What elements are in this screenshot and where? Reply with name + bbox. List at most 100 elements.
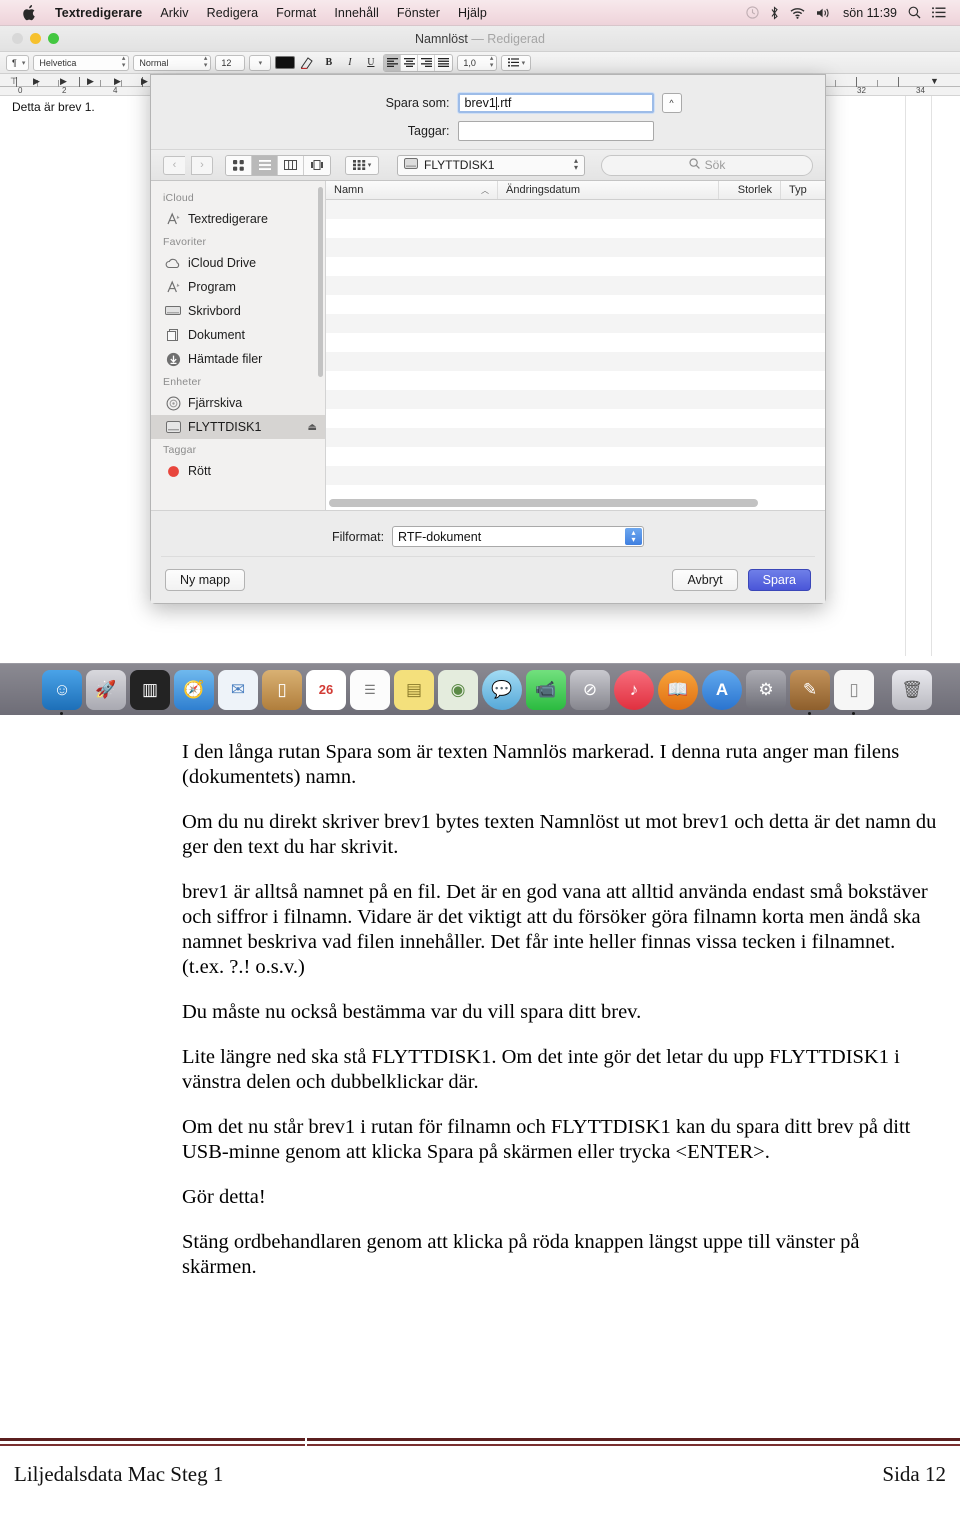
menu-item-hjalp[interactable]: Hjälp bbox=[449, 6, 496, 20]
text-color-swatch[interactable] bbox=[275, 56, 296, 69]
document-dock-icon[interactable]: ▯ bbox=[834, 669, 874, 715]
right-indent-marker[interactable]: ▼ bbox=[930, 76, 939, 86]
photobooth-icon[interactable]: ⊘ bbox=[570, 669, 610, 710]
speaker-icon[interactable] bbox=[816, 7, 832, 19]
trash-icon[interactable]: 🗑 bbox=[892, 669, 932, 710]
file-list-rows[interactable] bbox=[326, 200, 825, 496]
safari-icon[interactable]: 🧭 bbox=[174, 669, 214, 710]
apple-logo-icon[interactable] bbox=[22, 4, 36, 21]
file-list-hscrollbar-thumb[interactable] bbox=[329, 499, 758, 507]
table-row[interactable] bbox=[326, 295, 825, 314]
table-row[interactable] bbox=[326, 428, 825, 447]
table-row[interactable] bbox=[326, 409, 825, 428]
column-header-storlek[interactable]: Storlek bbox=[719, 181, 781, 199]
font-style-select[interactable]: Normal ▴ ▾ bbox=[133, 54, 212, 71]
column-view-button[interactable] bbox=[278, 155, 304, 175]
arrange-action-button[interactable]: ▾ bbox=[345, 155, 379, 175]
table-row[interactable] bbox=[326, 314, 825, 333]
menu-item-innehall[interactable]: Innehåll bbox=[325, 6, 388, 20]
tab-stop-marker[interactable]: ▶ bbox=[33, 76, 40, 87]
launchpad-icon[interactable]: 🚀 bbox=[86, 669, 126, 710]
table-row[interactable] bbox=[326, 466, 825, 485]
facetime-icon[interactable]: 📹 bbox=[526, 669, 566, 710]
table-row[interactable] bbox=[326, 200, 825, 219]
sidebar-item-fjarrskiva[interactable]: Fjärrskiva bbox=[151, 391, 325, 415]
table-row[interactable] bbox=[326, 219, 825, 238]
save-button[interactable]: Spara bbox=[747, 569, 811, 591]
menu-item-format[interactable]: Format bbox=[267, 6, 325, 20]
forward-button[interactable]: › bbox=[191, 155, 213, 175]
sidebar-item-textredigerare[interactable]: Textredigerare bbox=[151, 207, 325, 231]
column-header-typ[interactable]: Typ bbox=[781, 181, 825, 199]
notes-icon[interactable]: ▤ bbox=[394, 669, 434, 710]
table-row[interactable] bbox=[326, 257, 825, 276]
sidebar-scrollbar[interactable] bbox=[318, 187, 323, 377]
appstore-icon[interactable]: A bbox=[702, 669, 742, 710]
align-justify-icon[interactable] bbox=[435, 55, 452, 71]
align-left-icon[interactable] bbox=[384, 54, 402, 71]
table-row[interactable] bbox=[326, 238, 825, 257]
reminders-icon[interactable]: ☰ bbox=[350, 669, 390, 710]
file-list-hscrollbar-track[interactable] bbox=[326, 496, 825, 510]
search-field[interactable]: Sök bbox=[601, 154, 813, 176]
search-icon[interactable] bbox=[908, 6, 921, 19]
menu-item-textredigerare[interactable]: Textredigerare bbox=[46, 6, 151, 20]
systempreferences-icon[interactable]: ⚙ bbox=[746, 669, 786, 710]
sidebar-item-rott[interactable]: Rött bbox=[151, 459, 325, 483]
messages-icon[interactable]: 💬 bbox=[482, 669, 522, 710]
sidebar-item-program[interactable]: Program bbox=[151, 275, 325, 299]
file-format-select[interactable]: RTF-dokument ▴ ▾ bbox=[392, 526, 645, 547]
mail-icon[interactable]: ✉ bbox=[218, 669, 258, 710]
eject-icon[interactable]: ⏏ bbox=[308, 422, 317, 433]
font-size-dropdown[interactable]: ▾ bbox=[249, 54, 272, 71]
clock-icon[interactable] bbox=[746, 6, 759, 19]
table-row[interactable] bbox=[326, 276, 825, 295]
italic-button[interactable]: I bbox=[341, 55, 358, 71]
coverflow-view-button[interactable] bbox=[304, 155, 330, 175]
column-header-andringsdatum[interactable]: Ändringsdatum bbox=[498, 181, 719, 199]
sidebar-item-icloud-drive[interactable]: iCloud Drive bbox=[151, 251, 325, 275]
calendar-icon[interactable]: 26 bbox=[306, 669, 346, 710]
list-view-button[interactable] bbox=[252, 155, 278, 175]
highlighter-icon[interactable] bbox=[299, 55, 316, 71]
sidebar-item-skrivbord[interactable]: Skrivbord bbox=[151, 299, 325, 323]
sidebar-item-flyttdisk1[interactable]: FLYTTDISK1 ⏏ bbox=[151, 415, 325, 439]
bold-button[interactable]: B bbox=[320, 55, 337, 71]
menubar-clock[interactable]: sön 11:39 bbox=[843, 6, 897, 20]
menu-item-redigera[interactable]: Redigera bbox=[198, 6, 268, 20]
menu-item-fonster[interactable]: Fönster bbox=[388, 6, 449, 20]
notifications-list-icon[interactable] bbox=[932, 7, 946, 18]
menu-item-arkiv[interactable]: Arkiv bbox=[151, 6, 197, 20]
icon-view-button[interactable] bbox=[226, 155, 252, 175]
finder-icon[interactable]: ☺ bbox=[42, 669, 82, 715]
new-folder-button[interactable]: Ny mapp bbox=[165, 569, 246, 591]
align-center-icon[interactable] bbox=[401, 54, 419, 71]
bluetooth-icon[interactable] bbox=[770, 5, 779, 20]
table-row[interactable] bbox=[326, 371, 825, 390]
sidebar-item-dokument[interactable]: Dokument bbox=[151, 323, 325, 347]
font-size-field[interactable]: 12 bbox=[215, 54, 246, 71]
tab-stop-marker[interactable]: ▶ bbox=[60, 76, 67, 87]
location-popup[interactable]: FLYTTDISK1 ▴ ▾ bbox=[397, 154, 585, 176]
table-row[interactable] bbox=[326, 333, 825, 352]
wifi-icon[interactable] bbox=[790, 7, 805, 19]
cancel-button[interactable]: Avbryt bbox=[672, 569, 738, 591]
tab-stop-marker[interactable]: ▶ bbox=[141, 76, 148, 87]
itunes-icon[interactable]: ♪ bbox=[614, 669, 654, 710]
align-right-icon[interactable] bbox=[418, 54, 436, 71]
column-header-namn[interactable]: Namn ︿ bbox=[326, 181, 498, 199]
tab-stop-marker[interactable]: ▶ bbox=[114, 76, 121, 87]
contacts-icon[interactable]: ▯ bbox=[262, 669, 302, 710]
table-row[interactable] bbox=[326, 352, 825, 371]
save-as-input[interactable]: brev1 .rtf bbox=[457, 93, 654, 113]
table-row[interactable] bbox=[326, 390, 825, 409]
table-row[interactable] bbox=[326, 447, 825, 466]
underline-button[interactable]: U bbox=[362, 55, 379, 71]
font-family-select[interactable]: Helvetica ▴ ▾ bbox=[33, 54, 130, 71]
line-spacing-select[interactable]: 1,0 ▴ ▾ bbox=[457, 54, 498, 71]
list-style-menu[interactable]: ▾ bbox=[501, 54, 532, 71]
back-button[interactable]: ‹ bbox=[163, 155, 185, 175]
chevron-up-icon[interactable]: ^ bbox=[661, 93, 682, 113]
paragraph-style-menu[interactable]: ¶ ▾ bbox=[6, 54, 30, 71]
first-line-indent-marker[interactable]: ⊤ bbox=[10, 76, 18, 87]
